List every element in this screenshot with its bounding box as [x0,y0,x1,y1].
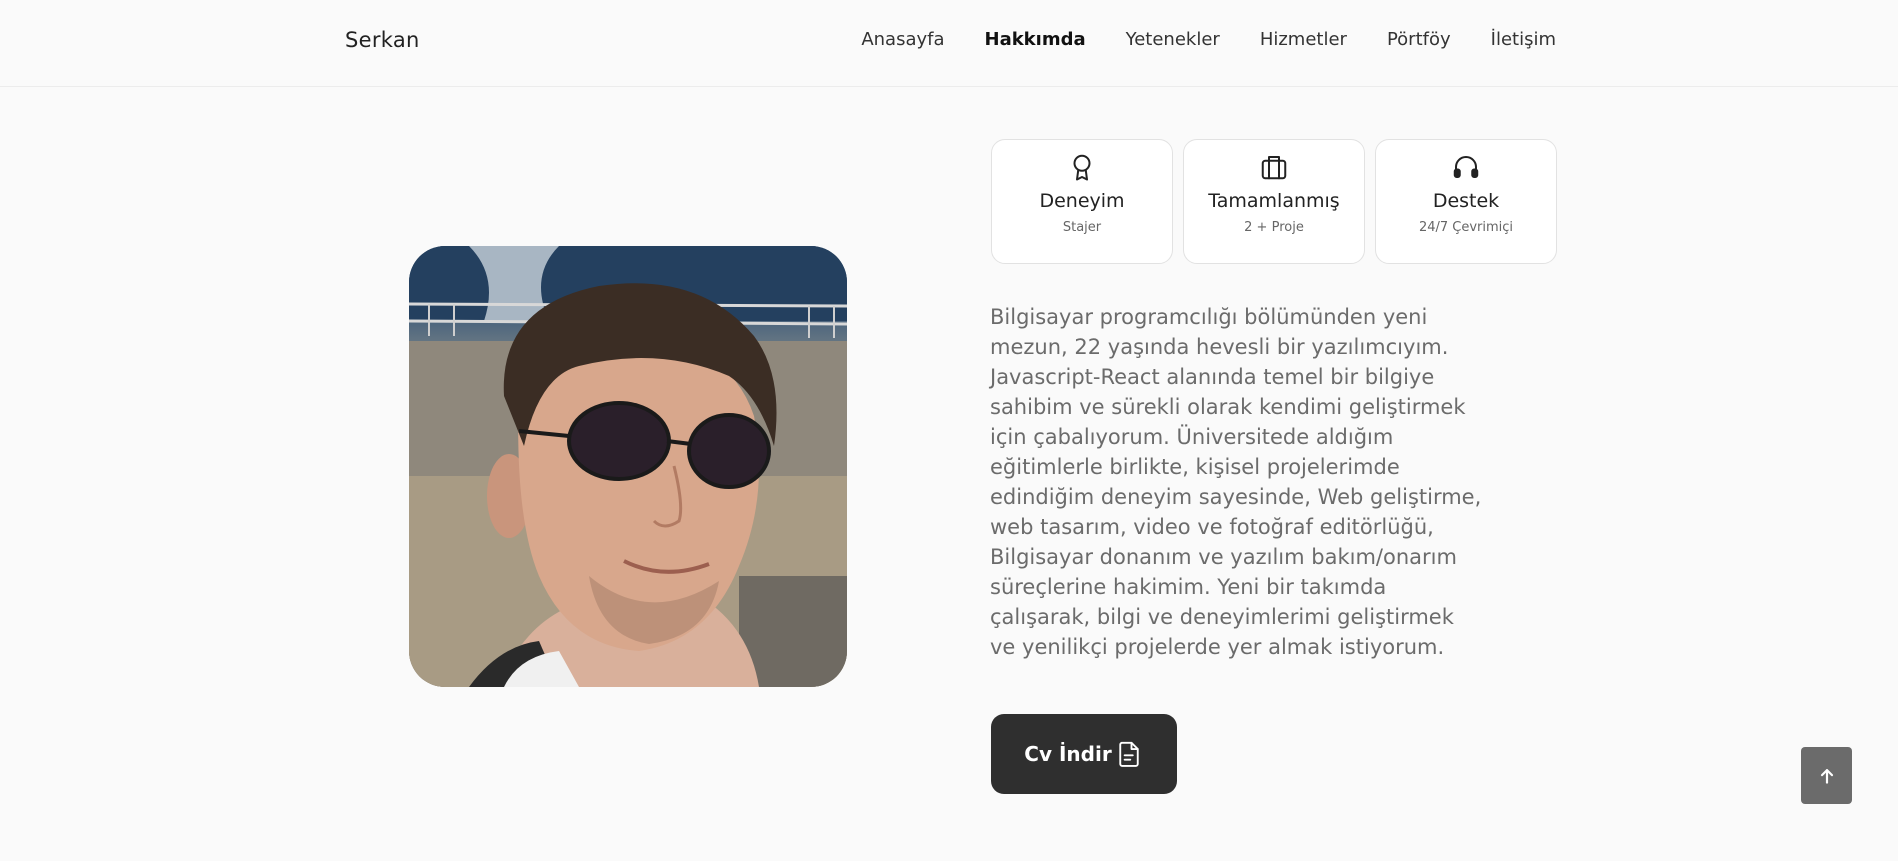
nav-item-iletisim[interactable]: İletişim [1491,29,1556,50]
award-icon [1073,154,1091,181]
card-title: Deneyim [1039,190,1125,212]
site-header: Serkan Anasayfa Hakkımda Yetenekler Hizm… [0,0,1898,87]
card-support: Destek 24/7 Çevrimiçi [1375,139,1557,264]
download-cv-button[interactable]: Cv İndir [991,714,1177,794]
card-title: Destek [1432,190,1500,212]
card-experience: Deneyim Stajer [991,139,1173,264]
nav-item-anasayfa[interactable]: Anasayfa [861,29,944,50]
stats-cards: Deneyim Stajer Tamamlanmış 2 + Proje Des… [991,139,1557,264]
headphones-icon [1453,156,1479,178]
download-cv-label: Cv İndir [1024,742,1112,766]
card-subtitle: Stajer [1062,220,1102,235]
scroll-top-button[interactable] [1801,747,1852,804]
card-subtitle: 24/7 Çevrimiçi [1418,220,1514,235]
file-icon [1119,741,1139,767]
arrow-up-icon [1820,768,1833,784]
card-subtitle: 2 + Proje [1244,220,1304,235]
profile-photo-illustration [409,246,847,687]
nav-item-yetenekler[interactable]: Yetenekler [1126,29,1220,50]
nav-item-portfoy[interactable]: Pörtföy [1387,29,1451,50]
card-completed: Tamamlanmış 2 + Proje [1183,139,1365,264]
logo[interactable]: Serkan [345,28,420,52]
nav-item-hizmetler[interactable]: Hizmetler [1260,29,1347,50]
briefcase-icon [1261,156,1287,180]
profile-photo [409,246,847,687]
about-text: Bilgisayar programcılığı bölümünden yeni… [990,305,1482,659]
card-title: Tamamlanmış [1208,190,1340,212]
main-nav: Anasayfa Hakkımda Yetenekler Hizmetler P… [861,29,1556,50]
nav-item-hakkimda[interactable]: Hakkımda [985,29,1086,50]
